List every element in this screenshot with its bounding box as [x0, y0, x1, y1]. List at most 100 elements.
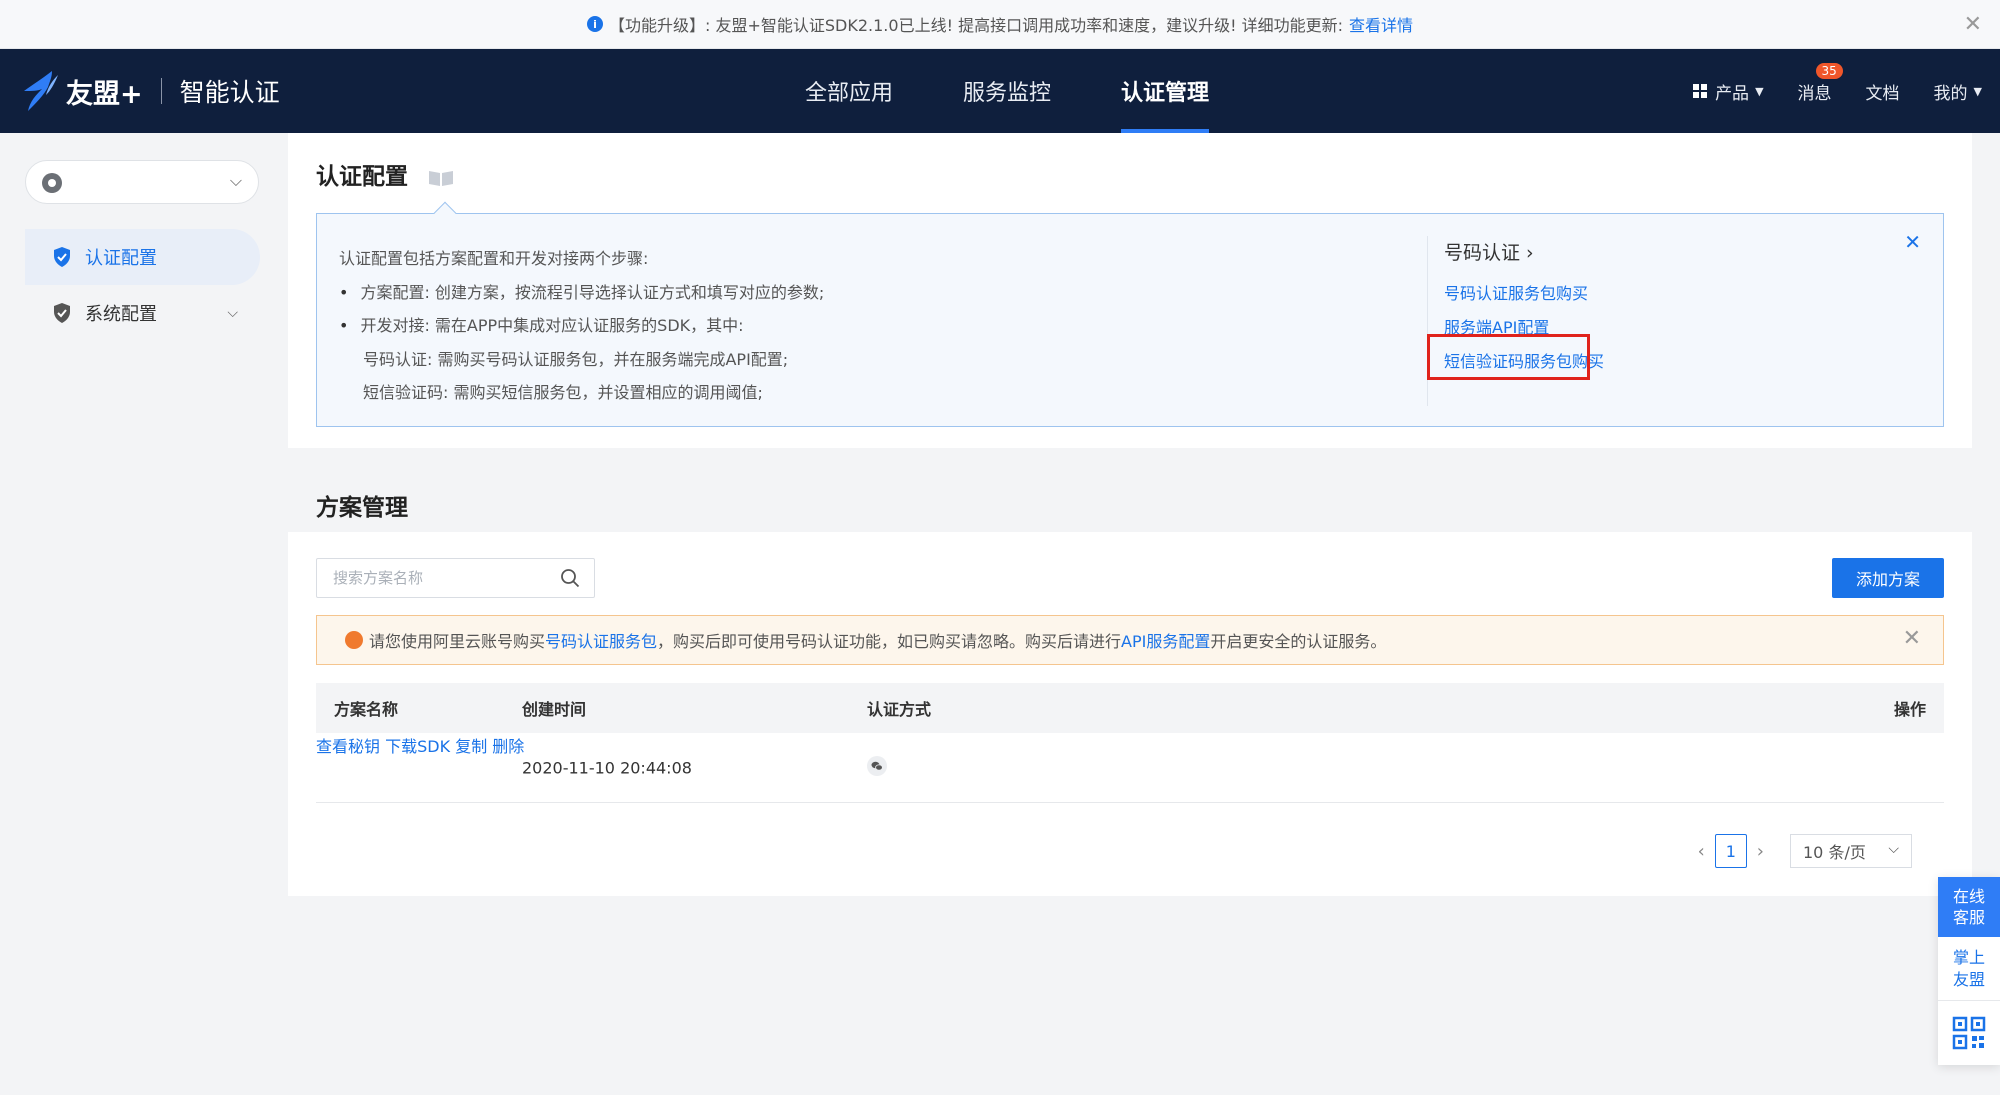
delete-link[interactable]: 删除: [492, 737, 524, 756]
sidebar-item-system-config[interactable]: 系统配置 ⌵: [25, 285, 260, 341]
caret-down-icon: ▼: [1755, 84, 1764, 98]
caret-down-icon: ▼: [1973, 84, 1982, 98]
page-number[interactable]: 1: [1714, 834, 1747, 868]
mobile-app-button[interactable]: 掌上友盟: [1938, 937, 2000, 1001]
pagination: ‹ 1 › 10 条/页 ⌵: [1688, 834, 1912, 868]
phone-auth-package-link[interactable]: 号码认证服务包: [545, 632, 657, 651]
messages-link[interactable]: 消息 35: [1797, 62, 1843, 104]
header-right: 产品 ▼ 消息 35 文档 我的 ▼: [1693, 49, 2000, 133]
col-actions: 操作: [1893, 700, 1926, 719]
user-menu[interactable]: 我的 ▼: [1934, 79, 1982, 104]
chevron-down-icon: ⌵: [229, 171, 242, 190]
auth-method-cell: [867, 755, 887, 780]
phone-auth-title-link[interactable]: 号码认证 ›: [1444, 238, 1534, 265]
messages-label: 消息: [1797, 83, 1832, 104]
table-header: 方案名称 创建时间 认证方式 操作: [316, 683, 1944, 733]
card-header: [288, 472, 1972, 532]
created-time: 2020-11-10 20:44:08: [522, 758, 692, 777]
warning-post: 开启更安全的认证服务。: [1210, 632, 1387, 651]
shield-icon: [54, 247, 70, 267]
warning-text: 请您使用阿里云账号购买号码认证服务包，购买后即可使用号码认证功能，如已购买请忽略…: [369, 628, 1386, 652]
grid-icon: [1693, 84, 1708, 98]
page-title: 认证配置: [316, 157, 454, 191]
docs-link[interactable]: 文档: [1866, 79, 1900, 104]
warning-pre: 请您使用阿里云账号购买: [369, 632, 546, 651]
prev-page-icon[interactable]: ‹: [1698, 841, 1705, 862]
highlight-box: [1427, 334, 1590, 380]
chevron-down-icon: ⌵: [227, 305, 238, 321]
brand-logo[interactable]: 友盟+ 智能认证: [22, 69, 280, 113]
book-icon[interactable]: [428, 169, 454, 187]
config-title-text: 认证配置: [316, 164, 408, 190]
shield-icon: [54, 303, 70, 323]
config-intro: 认证配置包括方案配置和开发对接两个步骤:: [339, 249, 649, 268]
product-name: 智能认证: [179, 78, 280, 107]
copy-link[interactable]: 复制: [455, 737, 487, 756]
close-icon[interactable]: ✕: [1964, 12, 1982, 37]
auth-config-card: 认证配置 认证配置包括方案配置和开发对接两个步骤: 方案配置: 创建方案，按流程…: [288, 133, 1972, 448]
online-service-button[interactable]: 在线客服: [1938, 877, 2000, 937]
page-size-select[interactable]: 10 条/页 ⌵: [1790, 834, 1912, 868]
notice-details-link[interactable]: 查看详情: [1349, 12, 1413, 36]
config-substep: 号码认证: 需购买号码认证服务包，并在服务端完成API配置;: [363, 349, 789, 369]
chevron-down-icon: ⌵: [1888, 841, 1899, 857]
plan-table: 方案名称 创建时间 认证方式 操作 2020-11-10 20:44:08 查看…: [316, 683, 1944, 803]
info-icon: i: [587, 16, 603, 32]
docs-label: 文档: [1865, 83, 1900, 104]
config-step: 方案配置: 创建方案，按流程引导选择认证方式和填写对应的参数;: [339, 276, 824, 310]
floating-service-bar: 在线客服 掌上友盟: [1938, 877, 2000, 1065]
message-count-badge: 35: [1815, 62, 1843, 79]
table-row: 2020-11-10 20:44:08 查看秘钥 下载SDK 复制 删除: [316, 733, 1944, 803]
tab-all-apps[interactable]: 全部应用: [805, 49, 893, 133]
col-auth-method: 认证方式: [867, 700, 932, 719]
config-step-text: 方案配置: 创建方案，按流程引导选择认证方式和填写对应的参数;: [360, 282, 825, 302]
qr-code-icon: [1952, 1016, 1986, 1050]
sidebar-item-label: 认证配置: [85, 248, 157, 269]
buy-phone-auth-package-link[interactable]: 号码认证服务包购买: [1444, 280, 1588, 304]
wechat-icon: [867, 755, 887, 776]
close-icon[interactable]: ✕: [1904, 230, 1921, 254]
search-icon[interactable]: [560, 568, 580, 588]
col-created-time: 创建时间: [522, 700, 587, 719]
top-header: 友盟+ 智能认证 全部应用 服务监控 认证管理 产品 ▼ 消息 35 文档 我的…: [0, 49, 2000, 133]
plan-management-card: 方案管理 添加方案 请您使用阿里云账号购买号码认证服务包，购买后即可使用号码认证…: [288, 472, 1972, 896]
sidebar: ⌵ 认证配置 系统配置 ⌵: [0, 133, 268, 1095]
purchase-warning: 请您使用阿里云账号购买号码认证服务包，购买后即可使用号码认证功能，如已购买请忽略…: [316, 615, 1944, 665]
sidebar-item-auth-config[interactable]: 认证配置: [25, 229, 260, 285]
info-divider: [1427, 236, 1428, 406]
tab-auth-management[interactable]: 认证管理: [1121, 49, 1210, 133]
config-steps: 认证配置包括方案配置和开发对接两个步骤: 方案配置: 创建方案，按流程引导选择认…: [339, 242, 824, 410]
notice-text: 【功能升级】: 友盟+智能认证SDK2.1.0已上线! 提高接口调用成功率和速度…: [609, 16, 1343, 35]
config-substep: 短信验证码: 需购买短信服务包，并设置相应的调用阈值;: [363, 383, 763, 402]
app-icon: [42, 173, 62, 193]
upgrade-notice-bar: i 【功能升级】: 友盟+智能认证SDK2.1.0已上线! 提高接口调用成功率和…: [0, 0, 2000, 49]
warning-mid: ，购买后即可使用号码认证功能，如已购买请忽略。购买后请进行: [657, 632, 1122, 651]
products-menu[interactable]: 产品 ▼: [1693, 79, 1764, 104]
products-label: 产品: [1715, 83, 1750, 104]
bird-logo-icon: [24, 71, 58, 111]
config-step: 开发对接: 需在APP中集成对应认证服务的SDK，其中:: [339, 309, 824, 343]
next-page-icon[interactable]: ›: [1757, 841, 1764, 862]
page-size-label: 10 条/页: [1803, 843, 1866, 862]
brand-name: 友盟+: [66, 78, 143, 110]
config-step-text: 开发对接: 需在APP中集成对应认证服务的SDK，其中:: [360, 316, 744, 335]
plan-search: [316, 558, 595, 598]
qr-code-button[interactable]: [1938, 1001, 2000, 1065]
app-selector[interactable]: ⌵: [25, 160, 259, 204]
config-info-box: 认证配置包括方案配置和开发对接两个步骤: 方案配置: 创建方案，按流程引导选择认…: [316, 201, 1944, 427]
main-nav: 全部应用 服务监控 认证管理: [770, 49, 1244, 133]
add-plan-button[interactable]: 添加方案: [1832, 558, 1944, 598]
info-box-notch: [433, 201, 457, 225]
close-icon[interactable]: ✕: [1903, 626, 1921, 651]
col-plan-name: 方案名称: [334, 700, 399, 719]
view-secret-link[interactable]: 查看秘钥: [316, 737, 380, 756]
warning-icon: [345, 631, 363, 649]
api-service-config-link[interactable]: API服务配置: [1121, 632, 1210, 651]
brand-divider: [160, 78, 162, 104]
download-sdk-link[interactable]: 下载SDK: [385, 737, 450, 756]
tab-service-monitor[interactable]: 服务监控: [963, 49, 1051, 133]
section-title: 方案管理: [316, 495, 408, 521]
mine-label: 我的: [1933, 83, 1968, 104]
sidebar-item-label: 系统配置: [85, 304, 157, 325]
search-input[interactable]: [317, 559, 537, 597]
